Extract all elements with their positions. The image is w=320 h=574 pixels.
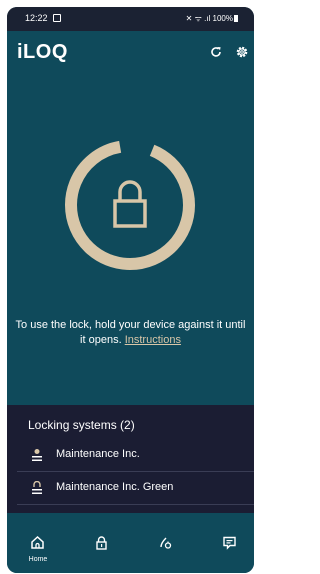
app-screen: 12:22 ✕ ᯤ .ıl 100% iLOQ To use the lock,… <box>7 7 254 573</box>
padlock-icon <box>113 180 147 228</box>
locking-system-item[interactable]: Maintenance Inc. Green <box>17 473 254 503</box>
battery-icon <box>234 15 238 22</box>
divider <box>17 504 254 505</box>
building-icon <box>32 449 42 461</box>
status-bar: 12:22 ✕ ᯤ .ıl 100% <box>7 7 254 31</box>
lock-ring <box>65 140 195 270</box>
nav-locks[interactable] <box>77 518 127 573</box>
locking-systems-panel: Locking systems (2) Maintenance Inc. Mai… <box>7 405 254 513</box>
status-indicators: ✕ ᯤ .ıl 100% <box>186 13 238 24</box>
message-icon <box>223 536 236 550</box>
locking-systems-title: Locking systems (2) <box>28 418 135 432</box>
status-indicator-text: ✕ ᯤ .ıl 100% <box>185 14 233 23</box>
locking-system-label: Maintenance Inc. <box>56 448 140 460</box>
divider <box>17 471 254 472</box>
bottom-navigation: Home <box>7 518 254 573</box>
key-icon <box>160 537 172 549</box>
status-time: 12:22 <box>25 13 48 23</box>
lock-icon <box>96 536 107 550</box>
refresh-icon[interactable] <box>209 45 223 59</box>
home-icon <box>31 535 44 549</box>
nav-home[interactable]: Home <box>13 518 63 573</box>
lock-touch-target[interactable] <box>60 135 200 275</box>
notification-icon <box>53 14 61 22</box>
instructions-link[interactable]: Instructions <box>125 334 181 346</box>
building-icon <box>32 481 42 494</box>
app-logo: iLOQ <box>17 41 68 63</box>
nav-keys[interactable] <box>141 518 191 573</box>
lock-instructions: To use the lock, hold your device agains… <box>15 318 246 348</box>
locking-system-label: Maintenance Inc. Green <box>56 481 174 493</box>
gear-icon[interactable] <box>235 45 249 59</box>
locking-system-item[interactable]: Maintenance Inc. <box>17 440 254 470</box>
nav-home-label: Home <box>28 556 48 563</box>
nav-messages[interactable] <box>205 518 254 573</box>
